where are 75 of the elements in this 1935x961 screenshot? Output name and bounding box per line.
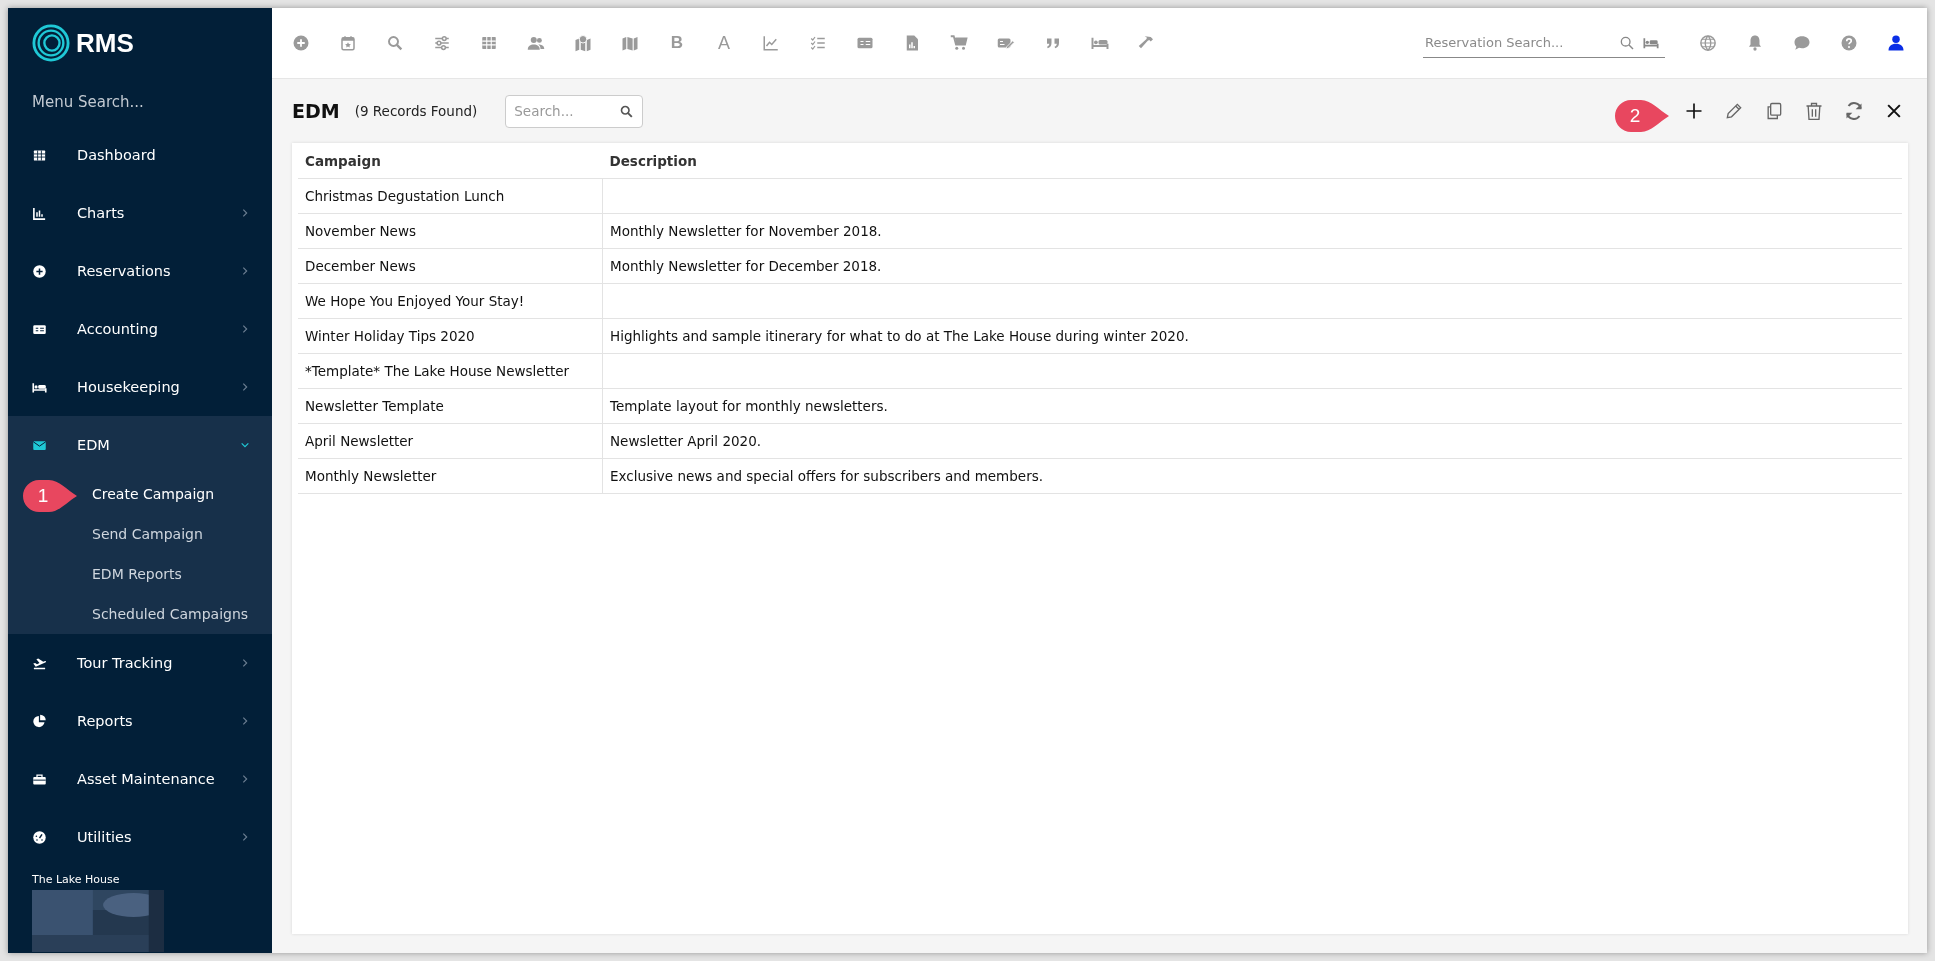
property-name: The Lake House	[32, 873, 121, 886]
cart-icon[interactable]	[950, 34, 968, 52]
sidebar-item[interactable]: Dashboard	[8, 126, 272, 184]
table-cell: Exclusive news and special offers for subscribers and members.	[602, 458, 1902, 494]
checklist-icon[interactable]	[809, 34, 827, 52]
chevron-right-icon	[240, 324, 250, 334]
chat-icon[interactable]	[1793, 34, 1811, 52]
submenu-item[interactable]: EDM Reports	[92, 554, 182, 594]
column-header[interactable]: Campaign	[298, 143, 603, 179]
table-cell: Highlights and sample itinerary for what to do at The Lake House during winter 2020.	[602, 318, 1902, 354]
table-cell: December News	[298, 248, 603, 284]
logo-text: RMS	[76, 27, 134, 59]
map-icon[interactable]	[621, 34, 639, 52]
table-cell: Newsletter Template	[298, 388, 603, 424]
bell-icon[interactable]	[1746, 34, 1764, 52]
help-icon[interactable]	[1840, 34, 1858, 52]
bed-icon[interactable]	[1641, 35, 1661, 51]
add-icon[interactable]	[1684, 101, 1704, 121]
search-icon[interactable]	[619, 103, 635, 119]
submenu-item[interactable]: Send Campaign	[92, 514, 203, 554]
table-cell: Template layout for monthly newsletters.	[602, 388, 1902, 424]
chevron-right-icon	[240, 266, 250, 276]
submenu-item[interactable]: Scheduled Campaigns	[92, 594, 249, 634]
chevron-right-icon	[240, 774, 250, 784]
column-header[interactable]: Description	[602, 143, 1902, 179]
user-icon[interactable]	[1887, 34, 1905, 52]
table-cell: Christmas Degustation Lunch	[298, 178, 603, 214]
add-icon	[32, 263, 47, 279]
table-cell: Winter Holiday Tips 2020	[298, 318, 603, 354]
refresh-icon[interactable]	[1844, 101, 1864, 121]
chevron-right-icon	[240, 208, 250, 218]
sidebar-item[interactable]: Charts	[8, 184, 272, 242]
sidebar-item[interactable]: Reports	[8, 692, 272, 750]
edit-icon[interactable]	[1724, 101, 1744, 121]
search-field[interactable]: Search...	[505, 94, 644, 128]
grid-icon[interactable]	[480, 34, 498, 52]
table-cell: Monthly Newsletter for December 2018.	[602, 248, 1902, 284]
sidebar-item[interactable]: Tour Tracking	[8, 634, 272, 692]
submenu-item[interactable]: Create Campaign	[92, 474, 215, 514]
sidebar-item[interactable]: Housekeeping	[8, 358, 272, 416]
toolbox-icon	[32, 771, 47, 787]
gauge-icon	[32, 829, 47, 845]
table-cell: Monthly Newsletter for November 2018.	[602, 213, 1902, 249]
table-cell: Monthly Newsletter	[298, 458, 603, 494]
line-chart-icon[interactable]	[762, 34, 780, 52]
table-cell: April Newsletter	[298, 423, 603, 459]
sidebar-item[interactable]: Reservations	[8, 242, 272, 300]
pie-chart-icon	[32, 713, 47, 729]
sidebar-item[interactable]: Accounting	[8, 300, 272, 358]
search-icon[interactable]	[1619, 35, 1635, 51]
record-count: (9 Records Found)	[354, 103, 478, 119]
sidebar-item[interactable]: EDM	[8, 416, 272, 474]
table-cell: We Hope You Enjoyed Your Stay!	[298, 283, 603, 319]
page-title: EDM	[292, 100, 340, 122]
sliders-icon[interactable]	[433, 34, 451, 52]
chevron-down-icon	[240, 440, 250, 450]
chevron-right-icon	[240, 716, 250, 726]
table-cell: Newsletter April 2020.	[602, 423, 1902, 459]
globe-icon[interactable]	[1699, 34, 1717, 52]
bar-chart-icon	[32, 205, 47, 221]
logo-icon	[32, 24, 70, 62]
chevron-right-icon	[240, 658, 250, 668]
step-marker: 1	[22, 479, 78, 513]
calendar-icon[interactable]	[339, 34, 357, 52]
table-cell: *Template* The Lake House Newsletter	[298, 353, 603, 389]
step-marker: 2	[1614, 99, 1670, 133]
table-cell: November News	[298, 213, 603, 249]
menu-search-field[interactable]: Menu Search...	[32, 78, 252, 126]
users-icon[interactable]	[527, 34, 545, 52]
trash-icon[interactable]	[1804, 101, 1824, 121]
chevron-right-icon	[240, 382, 250, 392]
map-pin-icon[interactable]	[574, 34, 592, 52]
sidebar-item[interactable]: Utilities	[8, 808, 272, 866]
sidebar-item[interactable]: Asset Maintenance	[8, 750, 272, 808]
chevron-right-icon	[240, 832, 250, 842]
